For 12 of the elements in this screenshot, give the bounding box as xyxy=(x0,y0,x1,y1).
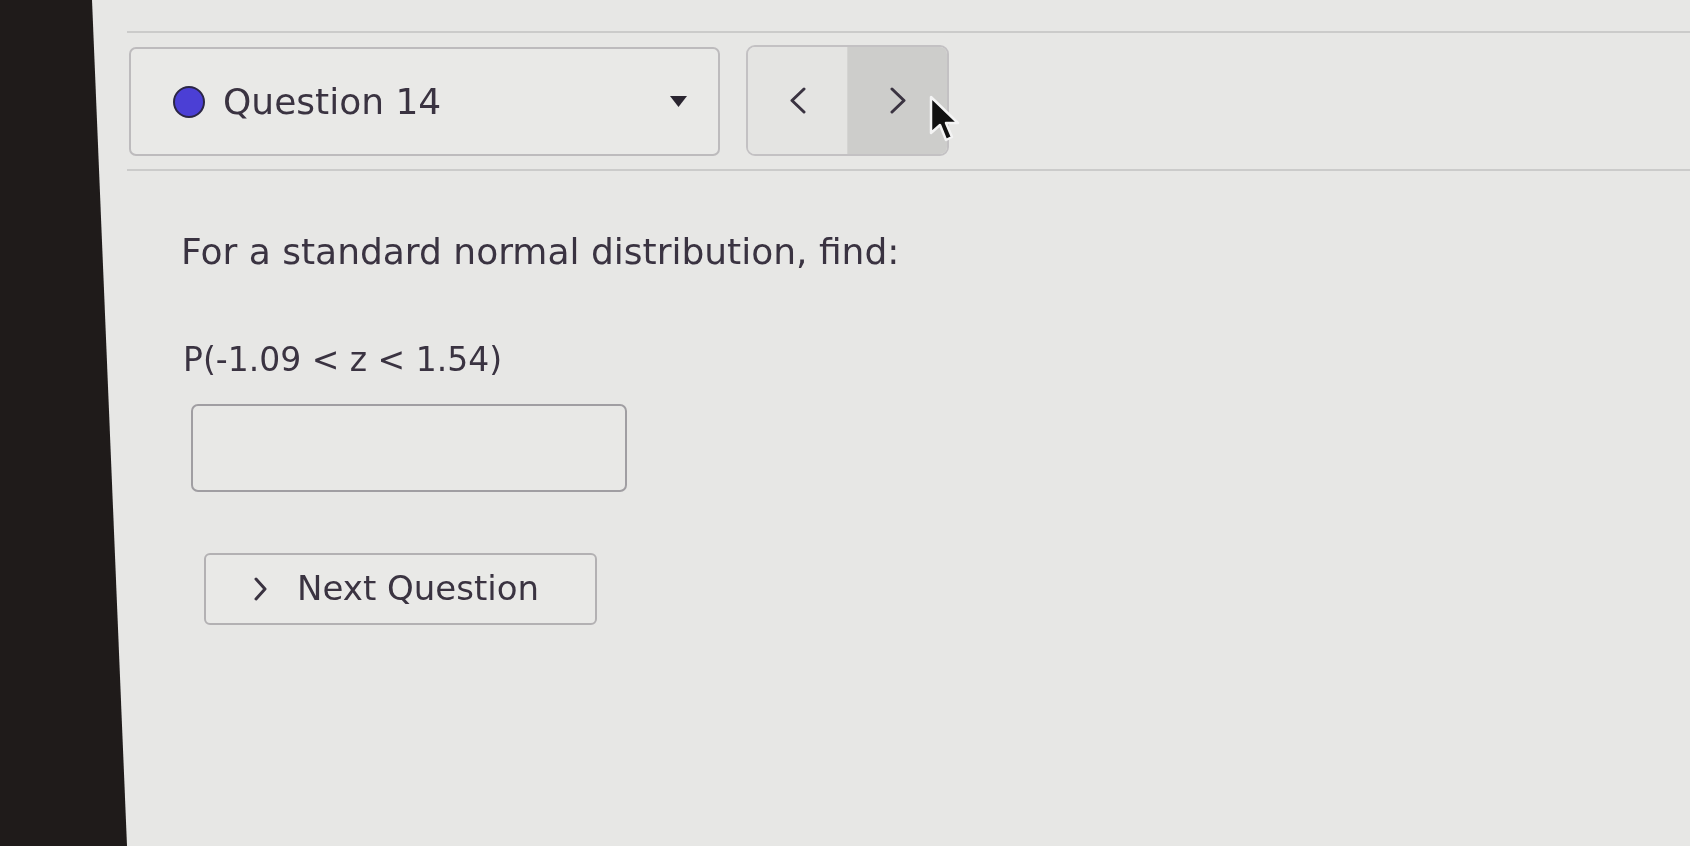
status-dot-icon xyxy=(173,85,205,118)
answer-field[interactable] xyxy=(191,404,627,492)
chevron-right-icon xyxy=(254,577,267,601)
chevron-right-icon xyxy=(889,87,906,114)
next-question-arrow-button[interactable] xyxy=(847,47,947,154)
question-dropdown[interactable]: Question 14 xyxy=(129,47,720,156)
next-question-button[interactable]: Next Question xyxy=(204,553,597,625)
chevron-left-icon xyxy=(789,87,806,114)
mouse-pointer-icon xyxy=(929,95,961,143)
question-prompt: For a standard normal distribution, find: xyxy=(181,230,900,274)
probability-expression: P(-1.09 < z < 1.54) xyxy=(183,340,503,380)
caret-down-icon xyxy=(670,96,687,107)
